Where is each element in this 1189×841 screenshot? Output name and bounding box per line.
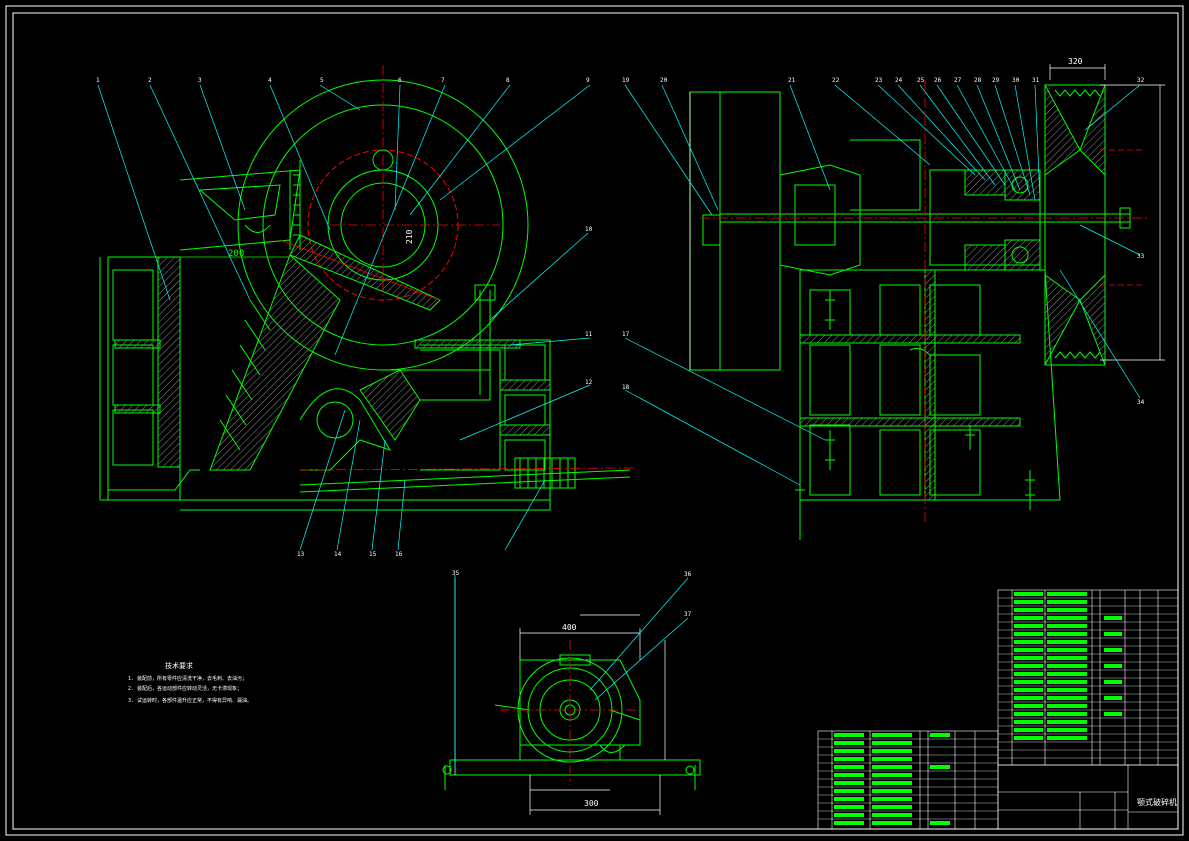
side-view	[689, 84, 1131, 540]
motor-view-callouts: 35 36 37	[452, 570, 692, 618]
callout-22: 22	[832, 77, 840, 84]
motor-view	[442, 654, 701, 790]
callout-32: 32	[1137, 77, 1145, 84]
tech-req-title: 技术要求	[165, 661, 193, 670]
callout-26: 26	[934, 77, 942, 84]
cad-drawing-canvas: 200 210 1 2 3 4 5 6 7 8 9 10 11 12 13 14	[5, 5, 1184, 836]
callout-13: 13	[297, 551, 305, 558]
technical-requirements: 技术要求 1. 装配前，所有零件应清洗干净，去毛刺、去油污； 2. 装配后，各运…	[128, 661, 252, 704]
callout-33: 33	[1137, 253, 1145, 260]
callout-24: 24	[895, 77, 903, 84]
callout-18: 18	[622, 384, 630, 391]
front-view	[99, 79, 631, 511]
callout-9: 9	[586, 77, 590, 84]
callout-29: 29	[992, 77, 1000, 84]
tech-req-item-3: 3. 试运转时，各部件温升应正常，不得有异响、漏油。	[128, 697, 252, 704]
motor-view-leaders	[454, 575, 689, 770]
callout-27: 27	[954, 77, 962, 84]
tech-req-item-2: 2. 装配后，各运动部件应转动灵活，无卡滞现象；	[128, 685, 242, 692]
callout-21: 21	[788, 77, 796, 84]
callout-28: 28	[974, 77, 982, 84]
callout-8: 8	[506, 77, 510, 84]
callout-25: 25	[917, 77, 925, 84]
motor-dimension-bottom: 300	[584, 799, 599, 808]
callout-3: 3	[198, 77, 202, 84]
callout-20: 20	[660, 77, 668, 84]
tech-req-item-1: 1. 装配前，所有零件应清洗干净，去毛刺、去油污；	[128, 675, 247, 682]
title-block	[997, 764, 1179, 830]
callout-14: 14	[334, 551, 342, 558]
callout-4: 4	[268, 77, 272, 84]
callout-7: 7	[441, 77, 445, 84]
callout-10: 10	[585, 226, 593, 233]
callout-35: 35	[452, 570, 460, 577]
title-block-drawing-name: 颚式破碎机	[1137, 797, 1177, 807]
callout-11: 11	[585, 331, 593, 338]
callout-6: 6	[398, 77, 402, 84]
callout-1: 1	[96, 77, 100, 84]
callout-37: 37	[684, 611, 692, 618]
motor-view-dimensions	[454, 578, 666, 815]
callout-23: 23	[875, 77, 883, 84]
callout-36: 36	[684, 571, 692, 578]
parts-list-upper-rows	[998, 597, 1178, 759]
callout-19: 19	[622, 77, 630, 84]
callout-15: 15	[369, 551, 377, 558]
motor-dimension-400: 400	[562, 623, 577, 632]
callout-16: 16	[395, 551, 403, 558]
callout-17: 17	[622, 331, 630, 338]
callout-5: 5	[320, 77, 324, 84]
dimension-210: 210	[405, 229, 414, 244]
callout-31: 31	[1032, 77, 1040, 84]
callout-34: 34	[1137, 399, 1145, 406]
frame-left-hatch	[157, 256, 181, 468]
callout-12: 12	[585, 379, 593, 386]
callout-2: 2	[148, 77, 152, 84]
side-top-dimension: 320	[1068, 57, 1083, 66]
callout-30: 30	[1012, 77, 1020, 84]
